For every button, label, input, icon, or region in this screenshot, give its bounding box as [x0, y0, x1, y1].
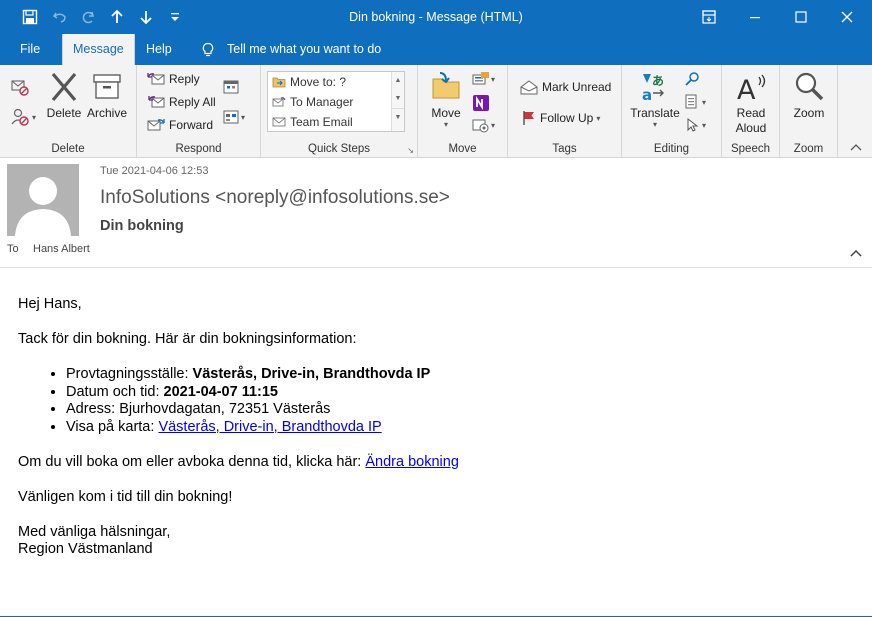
dialog-launcher-icon[interactable]: ↘	[407, 146, 414, 155]
envelope-icon	[272, 117, 286, 127]
meeting-icon[interactable]	[223, 79, 239, 98]
quick-steps-gallery: Move to: ? To Manager Team Email ▲ ▼ ▼	[267, 71, 405, 132]
mark-unread-button[interactable]: Mark Unread	[520, 79, 611, 95]
list-item: Adress: Bjurhovdagatan, 72351 Västerås	[66, 401, 848, 419]
quick-steps-scroll[interactable]: ▲ ▼ ▼	[391, 72, 404, 131]
message-header: Tue 2021-04-06 12:53 InfoSolutions <nore…	[0, 158, 872, 268]
related-icon[interactable]: ▾	[684, 94, 706, 110]
change-booking-link[interactable]: Ändra bokning	[365, 454, 459, 470]
recipient-name[interactable]: Hans Albert	[33, 243, 90, 255]
group-label-tags: Tags	[552, 143, 577, 155]
ribbon-tabs: File Message Help Tell me what you want …	[0, 34, 872, 65]
quick-step-team-email[interactable]: Team Email	[268, 112, 404, 132]
maximize-icon[interactable]	[778, 0, 824, 34]
archive-icon	[93, 74, 121, 99]
delete-button[interactable]: Delete	[44, 71, 84, 120]
group-label-speech: Speech	[730, 143, 770, 155]
find-icon[interactable]	[684, 71, 700, 90]
folder-arrow-icon	[272, 77, 286, 88]
group-delete: ▾ Delete Archive Delete	[0, 65, 137, 158]
group-move: Move ▾ ▾ ▾ Move	[418, 65, 508, 158]
minimize-icon[interactable]	[732, 0, 778, 34]
lightbulb-icon	[202, 42, 214, 56]
list-item: Visa på karta: Västerås, Drive-in, Brand…	[66, 419, 848, 437]
tell-me-label: Tell me what you want to do	[227, 42, 382, 56]
group-label-zoom: Zoom	[793, 143, 824, 155]
onenote-icon[interactable]	[472, 94, 490, 115]
list-item: Provtagningsställe: Västerås, Drive-in, …	[66, 366, 848, 384]
svg-text:a: a	[642, 86, 652, 103]
collapse-header-icon[interactable]	[850, 246, 862, 260]
archive-button[interactable]: Archive	[84, 71, 130, 120]
sender-avatar	[7, 164, 79, 236]
envelope-arrow-icon	[272, 97, 286, 107]
greeting: Hej Hans,	[18, 296, 82, 312]
group-tags: Mark Unread Follow Up ▾ Tags	[508, 65, 622, 158]
collapse-ribbon-icon[interactable]	[850, 142, 862, 154]
group-editing: あa Translate ▾ ▾ ▾ Editing	[622, 65, 722, 158]
map-link[interactable]: Västerås, Drive-in, Brandthovda IP	[158, 419, 381, 435]
rules-icon[interactable]: ▾	[472, 71, 495, 87]
signature: Region Västmanland	[18, 541, 153, 557]
ribbon-display-options-icon[interactable]	[686, 0, 732, 34]
ribbon: ▾ Delete Archive Delete Reply Reply All …	[0, 65, 872, 158]
tell-me-search[interactable]: Tell me what you want to do	[193, 34, 391, 65]
sender-name[interactable]: InfoSolutions <noreply@infosolutions.se>	[100, 187, 450, 209]
svg-text:あ: あ	[652, 74, 664, 88]
forward-button[interactable]: Forward	[147, 117, 213, 133]
ignore-icon[interactable]	[10, 77, 30, 100]
select-icon[interactable]: ▾	[684, 117, 706, 133]
quick-step-move-to[interactable]: Move to: ?	[268, 72, 404, 92]
follow-up-button[interactable]: Follow Up ▾	[522, 110, 600, 126]
group-label-delete: Delete	[51, 143, 85, 155]
group-speech: A Read Aloud Speech	[722, 65, 780, 158]
group-zoom: Zoom Zoom	[780, 65, 838, 158]
forward-icon	[147, 119, 165, 131]
to-label: To	[7, 243, 19, 255]
move-button[interactable]: Move ▾	[426, 71, 466, 129]
closing: Med vänliga hälsningar, Region Västmanlan…	[18, 524, 171, 557]
person-icon	[7, 164, 79, 236]
group-quick-steps: Move to: ? To Manager Team Email ▲ ▼ ▼ Q…	[261, 65, 418, 158]
group-respond: Reply Reply All Forward ▾ Respond	[137, 65, 261, 158]
group-label-quick-steps: Quick Steps	[308, 143, 370, 155]
translate-button[interactable]: あa Translate ▾	[630, 71, 680, 129]
delete-x-icon	[51, 72, 77, 102]
read-aloud-button[interactable]: A Read Aloud	[728, 71, 774, 136]
flag-icon	[523, 111, 534, 125]
intro-text: Tack för din bokning. Här är din bokning…	[18, 331, 357, 347]
magnifier-icon	[795, 72, 824, 101]
quick-step-to-manager[interactable]: To Manager	[268, 92, 404, 112]
title-bar: Din bokning - Message (HTML)	[0, 0, 872, 34]
close-icon[interactable]	[824, 0, 870, 34]
tab-help[interactable]: Help	[136, 34, 182, 65]
actions-icon[interactable]: ▾	[472, 117, 495, 133]
list-item: Datum och tid: 2021-04-07 11:15	[66, 384, 848, 402]
group-label-editing: Editing	[653, 143, 690, 155]
change-booking-text: Om du vill boka om eller avboka denna ti…	[18, 454, 459, 470]
reply-all-icon	[148, 96, 165, 108]
tab-file[interactable]: File	[10, 34, 50, 65]
more-respond-icon[interactable]: ▾	[223, 109, 245, 125]
message-date: Tue 2021-04-06 12:53	[100, 165, 209, 177]
group-label-move: Move	[448, 143, 477, 155]
reply-button[interactable]: Reply	[147, 71, 200, 87]
translate-icon: あa	[642, 74, 664, 103]
zoom-button[interactable]: Zoom	[786, 71, 832, 120]
read-aloud-icon: A	[737, 74, 766, 103]
reminder-text: Vänligen kom i tid till din bokning!	[18, 489, 233, 505]
reply-all-button[interactable]: Reply All	[147, 94, 216, 110]
message-body: Hej Hans, Tack för din bokning. Här är d…	[18, 296, 848, 558]
junk-icon[interactable]: ▾	[10, 107, 36, 127]
group-label-respond: Respond	[175, 143, 222, 155]
move-folder-icon	[432, 72, 460, 99]
tab-message[interactable]: Message	[62, 34, 135, 65]
svg-text:A: A	[737, 75, 756, 103]
envelope-unread-icon	[520, 80, 538, 95]
reply-icon	[147, 73, 165, 85]
booking-details-list: Provtagningsställe: Västerås, Drive-in, …	[18, 366, 848, 436]
message-subject: Din bokning	[100, 218, 184, 234]
